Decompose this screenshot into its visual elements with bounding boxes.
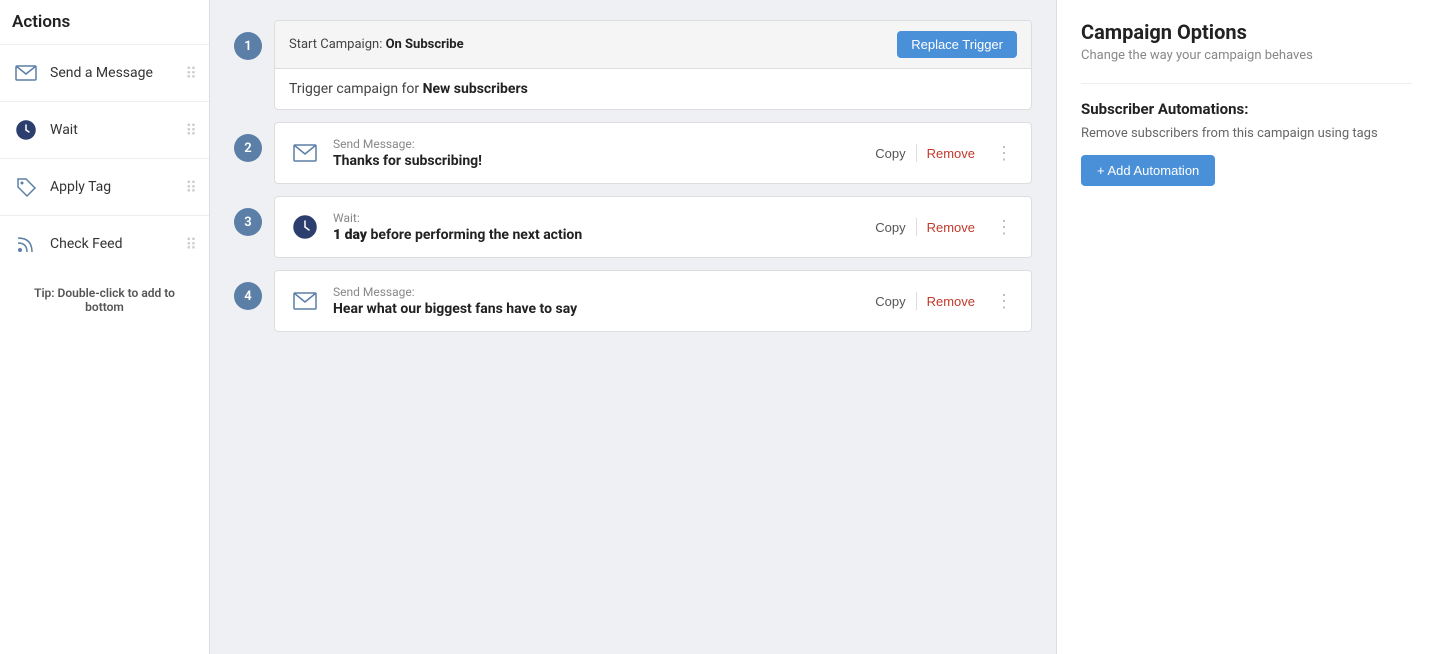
step-row-1: 1 Start Campaign: On Subscribe Replace T… (234, 20, 1032, 110)
action-card-3: Wait: 1 day before performing the next a… (275, 197, 1031, 257)
copy-button-4[interactable]: Copy (865, 290, 915, 313)
clock-icon (12, 116, 40, 144)
subscriber-automations-title: Subscriber Automations: (1081, 100, 1412, 118)
wait-day-suffix: before performing the next action (367, 227, 582, 243)
step-number-4: 4 (234, 282, 262, 310)
wait-label: Wait (50, 122, 185, 138)
sidebar-item-apply-tag[interactable]: Apply Tag ⠿ (0, 158, 209, 215)
drag-handle-send-message[interactable]: ⠿ (185, 64, 197, 83)
step-number-1: 1 (234, 32, 262, 60)
trigger-body-prefix: Trigger campaign for (289, 81, 423, 97)
action-label-3: Wait: (333, 211, 853, 225)
drag-handle-check-feed[interactable]: ⠿ (185, 235, 197, 254)
sidebar-title: Actions (0, 12, 209, 44)
sidebar-item-send-message[interactable]: Send a Message ⠿ (0, 44, 209, 101)
step-row-4: 4 Send Message: Hear what our biggest fa… (234, 270, 1032, 332)
wait-day-highlight: 1 day (333, 227, 367, 243)
check-feed-label: Check Feed (50, 236, 185, 252)
trigger-body: Trigger campaign for New subscribers (275, 69, 1031, 109)
step-number-2: 2 (234, 134, 262, 162)
action-envelope-icon-2 (289, 137, 321, 169)
trigger-header: Start Campaign: On Subscribe Replace Tri… (275, 21, 1031, 69)
action-card-4: Send Message: Hear what our biggest fans… (275, 271, 1031, 331)
action-clock-icon-3 (289, 211, 321, 243)
sidebar-item-check-feed[interactable]: Check Feed ⠿ (0, 215, 209, 272)
remove-button-3[interactable]: Remove (917, 216, 985, 239)
action-dots-4[interactable]: ⋮ (991, 291, 1017, 312)
sidebar-tip: Tip: Double-click to add to bottom (0, 276, 209, 324)
step-row-3: 3 Wait: 1 day before performing the next… (234, 196, 1032, 258)
tip-prefix: Tip: (34, 286, 55, 300)
right-panel-divider (1081, 83, 1412, 84)
tag-icon (12, 173, 40, 201)
trigger-highlight: On Subscribe (386, 37, 464, 52)
action-card-2: Send Message: Thanks for subscribing! Co… (275, 123, 1031, 183)
step-card-4: Send Message: Hear what our biggest fans… (274, 270, 1032, 332)
feed-icon (12, 230, 40, 258)
copy-button-2[interactable]: Copy (865, 142, 915, 165)
apply-tag-label: Apply Tag (50, 179, 185, 195)
step-number-3: 3 (234, 208, 262, 236)
action-envelope-icon-4 (289, 285, 321, 317)
action-title-3: 1 day before performing the next action (333, 227, 853, 243)
actions-sidebar: Actions Send a Message ⠿ Wait ⠿ (0, 0, 210, 654)
step-card-trigger: Start Campaign: On Subscribe Replace Tri… (274, 20, 1032, 110)
action-actions-4: Copy Remove ⋮ (865, 290, 1017, 313)
campaign-options-title: Campaign Options (1081, 20, 1412, 44)
trigger-header-text: Start Campaign: On Subscribe (289, 37, 464, 52)
drag-handle-apply-tag[interactable]: ⠿ (185, 178, 197, 197)
action-dots-3[interactable]: ⋮ (991, 217, 1017, 238)
step-card-3: Wait: 1 day before performing the next a… (274, 196, 1032, 258)
copy-button-3[interactable]: Copy (865, 216, 915, 239)
send-message-label: Send a Message (50, 65, 185, 81)
action-content-2: Send Message: Thanks for subscribing! (333, 137, 853, 169)
action-actions-3: Copy Remove ⋮ (865, 216, 1017, 239)
sidebar-item-wait[interactable]: Wait ⠿ (0, 101, 209, 158)
drag-handle-wait[interactable]: ⠿ (185, 121, 197, 140)
campaign-options-subtitle: Change the way your campaign behaves (1081, 48, 1412, 63)
action-title-4: Hear what our biggest fans have to say (333, 301, 853, 317)
trigger-prefix: Start Campaign: (289, 37, 386, 52)
main-content: 1 Start Campaign: On Subscribe Replace T… (210, 0, 1056, 654)
action-dots-2[interactable]: ⋮ (991, 143, 1017, 164)
remove-button-4[interactable]: Remove (917, 290, 985, 313)
action-actions-2: Copy Remove ⋮ (865, 142, 1017, 165)
trigger-body-highlight: New subscribers (423, 81, 528, 97)
right-panel: Campaign Options Change the way your cam… (1056, 0, 1436, 654)
step-row-2: 2 Send Message: Thanks for subscribing! … (234, 122, 1032, 184)
action-content-4: Send Message: Hear what our biggest fans… (333, 285, 853, 317)
action-title-2: Thanks for subscribing! (333, 153, 853, 169)
tip-text: Double-click to add to bottom (55, 286, 175, 314)
add-automation-button[interactable]: + Add Automation (1081, 155, 1215, 186)
subscriber-automations-desc: Remove subscribers from this campaign us… (1081, 126, 1412, 141)
action-content-3: Wait: 1 day before performing the next a… (333, 211, 853, 243)
remove-button-2[interactable]: Remove (917, 142, 985, 165)
replace-trigger-button[interactable]: Replace Trigger (897, 31, 1017, 58)
envelope-icon (12, 59, 40, 87)
step-card-2: Send Message: Thanks for subscribing! Co… (274, 122, 1032, 184)
action-label-4: Send Message: (333, 285, 853, 299)
action-label-2: Send Message: (333, 137, 853, 151)
